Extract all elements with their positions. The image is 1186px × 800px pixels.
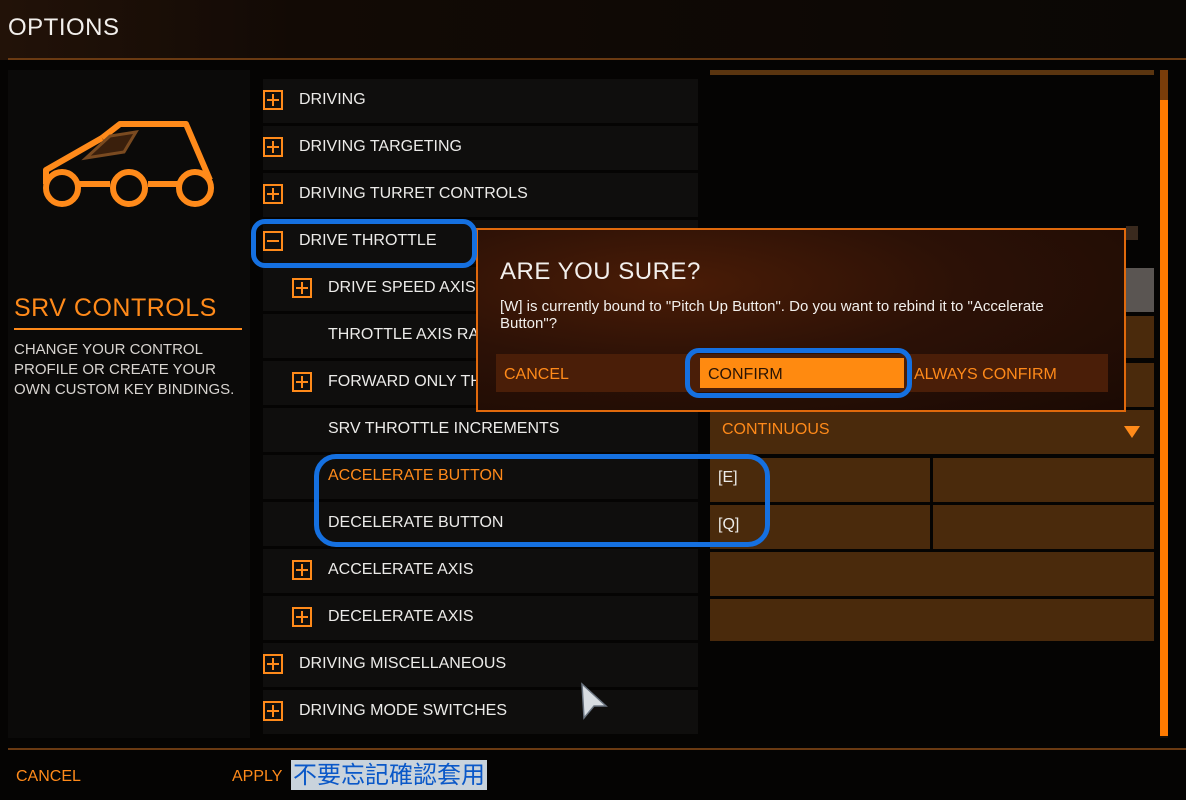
list-item-label: DRIVING TURRET CONTROLS xyxy=(299,185,528,202)
expand-icon[interactable] xyxy=(263,90,283,110)
dialog-always-confirm-button[interactable]: ALWAYS CONFIRM xyxy=(914,366,1057,384)
list-item-srv-throttle-increments[interactable]: SRV THROTTLE INCREMENTS xyxy=(263,408,698,452)
throttle-increments-dropdown[interactable]: CONTINUOUS xyxy=(710,410,1154,454)
dialog-cancel-button[interactable]: CANCEL xyxy=(504,366,569,384)
panel-description: CHANGE YOUR CONTROL PROFILE OR CREATE YO… xyxy=(14,341,235,398)
expand-icon[interactable] xyxy=(292,278,312,298)
decelerate-secondary-binding[interactable] xyxy=(933,505,1154,549)
list-item-driving-miscellaneous[interactable]: DRIVING MISCELLANEOUS xyxy=(263,643,698,687)
list-item-decelerate-axis[interactable]: DECELERATE AXIS xyxy=(263,596,698,640)
list-item-driving-targeting[interactable]: DRIVING TARGETING xyxy=(263,126,698,170)
list-item-label: ACCELERATE AXIS xyxy=(328,561,474,578)
chevron-down-icon xyxy=(1124,426,1140,438)
expand-icon[interactable] xyxy=(292,372,312,392)
dialog-message: [W] is currently bound to "Pitch Up Butt… xyxy=(500,298,1044,332)
accelerate-secondary-binding[interactable] xyxy=(933,458,1154,502)
header-divider xyxy=(8,58,1186,60)
annotation-note: 不要忘記確認套用 xyxy=(291,760,487,790)
list-item-driving[interactable]: DRIVING xyxy=(263,79,698,123)
scrollbar-up-arrow[interactable] xyxy=(1160,70,1168,100)
list-item-label: DRIVING MODE SWITCHES xyxy=(299,702,508,719)
binding-column-header xyxy=(710,70,1154,75)
annotation-highlight-bindings xyxy=(314,454,770,547)
dropdown-value: CONTINUOUS xyxy=(722,421,830,438)
scrollbar-thumb[interactable] xyxy=(1160,100,1168,736)
list-item-driving-mode-switches[interactable]: DRIVING MODE SWITCHES xyxy=(263,690,698,734)
decelerate-axis-binding[interactable] xyxy=(710,599,1154,641)
footer-cancel-button[interactable]: CANCEL xyxy=(16,768,81,786)
footer-divider xyxy=(8,748,1186,750)
list-item-label: DRIVING xyxy=(299,91,366,108)
dialog-title: ARE YOU SURE? xyxy=(500,258,701,285)
list-item-label: SRV THROTTLE INCREMENTS xyxy=(328,420,560,437)
expand-icon[interactable] xyxy=(292,560,312,580)
footer-apply-button[interactable]: APPLY xyxy=(232,768,282,786)
panel-title: SRV CONTROLS xyxy=(14,294,217,322)
list-item-driving-turret-controls[interactable]: DRIVING TURRET CONTROLS xyxy=(263,173,698,217)
binding-cell[interactable] xyxy=(1126,316,1154,358)
binding-cell[interactable] xyxy=(1126,363,1154,407)
expand-icon[interactable] xyxy=(263,701,283,721)
list-item-accelerate-axis[interactable]: ACCELERATE AXIS xyxy=(263,549,698,593)
expand-icon[interactable] xyxy=(263,184,283,204)
mouse-cursor-icon xyxy=(581,682,608,720)
accelerate-axis-binding[interactable] xyxy=(710,552,1154,596)
binding-cell[interactable] xyxy=(1126,268,1154,312)
expand-icon[interactable] xyxy=(292,607,312,627)
list-item-label: DRIVE SPEED AXIS xyxy=(328,279,476,296)
list-item-label: DRIVING MISCELLANEOUS xyxy=(299,655,507,672)
header-bar xyxy=(0,0,1186,60)
expand-icon[interactable] xyxy=(263,654,283,674)
binding-cell xyxy=(1126,226,1138,240)
panel-divider xyxy=(14,328,242,330)
list-item-label: DECELERATE AXIS xyxy=(328,608,474,625)
srv-buggy-icon xyxy=(43,121,214,207)
list-item-label: DRIVING TARGETING xyxy=(299,138,462,155)
page-title: OPTIONS xyxy=(8,14,120,41)
annotation-highlight-confirm xyxy=(685,348,912,398)
expand-icon[interactable] xyxy=(263,137,283,157)
annotation-highlight-drive-throttle xyxy=(251,219,477,268)
